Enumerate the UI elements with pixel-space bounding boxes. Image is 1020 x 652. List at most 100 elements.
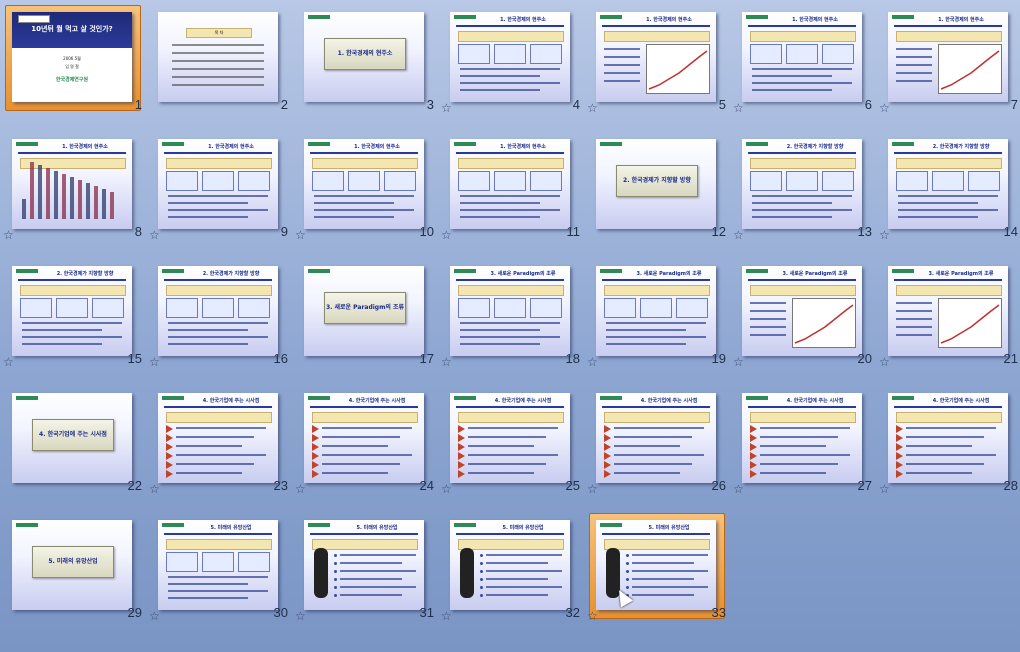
slide-preview[interactable]: 4. 한국기업에 주는 시사점 <box>158 393 278 483</box>
slide-preview[interactable]: 3. 새로운 Paradigm의 조류 <box>742 266 862 356</box>
slide-thumbnail-21[interactable]: 3. 새로운 Paradigm의 조류 ☆ 21 <box>876 254 1020 381</box>
slide-thumbnail-4[interactable]: 1. 한국경제의 현주소 ☆ 4 <box>438 0 584 127</box>
slide-preview[interactable]: 1. 한국경제의 현주소 <box>450 139 570 229</box>
slide-subheading <box>896 31 1002 42</box>
transition-star-icon[interactable]: ☆ <box>441 101 452 115</box>
slide-preview[interactable]: 10년뒤 뭘 먹고 살 것인가? 2006.5월 임 명 철 한국경제연구원 <box>12 12 132 102</box>
transition-star-icon[interactable]: ☆ <box>733 355 744 369</box>
slide-thumbnail-31[interactable]: 5. 미래의 유망산업 ☆ 31 <box>292 508 438 635</box>
slide-preview[interactable]: 2. 한국경제가 지향할 방향 <box>158 266 278 356</box>
slide-thumbnail-33[interactable]: 5. 미래의 유망산업 ☆ 33 <box>584 508 730 635</box>
slide-number: 23 <box>273 478 288 493</box>
transition-star-icon[interactable]: ☆ <box>441 228 452 242</box>
slide-thumbnail-23[interactable]: 4. 한국기업에 주는 시사점 ☆ 23 <box>146 381 292 508</box>
slide-preview[interactable]: 3. 새로운 Paradigm의 조류 <box>596 266 716 356</box>
slide-thumbnail-24[interactable]: 4. 한국기업에 주는 시사점 ☆ 24 <box>292 381 438 508</box>
slide-thumbnail-20[interactable]: 3. 새로운 Paradigm의 조류 ☆ 20 <box>730 254 876 381</box>
transition-star-icon[interactable]: ☆ <box>733 482 744 496</box>
slide-thumbnail-10[interactable]: 1. 한국경제의 현주소 ☆ 10 <box>292 127 438 254</box>
slide-thumbnail-27[interactable]: 4. 한국기업에 주는 시사점 ☆ 27 <box>730 381 876 508</box>
slide-preview[interactable]: 1. 한국경제의 현주소 <box>888 12 1008 102</box>
slide-preview[interactable]: 1. 한국경제의 현주소 <box>304 139 424 229</box>
slide-preview[interactable]: 3. 새로운 Paradigm의 조류 <box>304 266 424 356</box>
transition-star-icon[interactable]: ☆ <box>441 482 452 496</box>
slide-preview[interactable]: 1. 한국경제의 현주소 <box>742 12 862 102</box>
slide-thumbnail-18[interactable]: 3. 새로운 Paradigm의 조류 ☆ 18 <box>438 254 584 381</box>
slide-preview[interactable]: 2. 한국경제가 지향할 방향 <box>12 266 132 356</box>
slide-thumbnail-28[interactable]: 4. 한국기업에 주는 시사점 ☆ 28 <box>876 381 1020 508</box>
slide-thumbnail-32[interactable]: 5. 미래의 유망산업 ☆ 32 <box>438 508 584 635</box>
slide-thumbnail-14[interactable]: 2. 한국경제가 지향할 방향 ☆ 14 <box>876 127 1020 254</box>
transition-star-icon[interactable]: ☆ <box>149 609 160 623</box>
slide-thumbnail-3[interactable]: 1. 한국경제의 현주소 3 <box>292 0 438 127</box>
slide-thumbnail-22[interactable]: 4. 한국기업에 주는 시사점 22 <box>0 381 146 508</box>
slide-thumbnail-6[interactable]: 1. 한국경제의 현주소 ☆ 6 <box>730 0 876 127</box>
transition-star-icon[interactable]: ☆ <box>149 482 160 496</box>
slide-preview[interactable]: 1. 한국경제의 현주소 <box>304 12 424 102</box>
slide-thumbnail-13[interactable]: 2. 한국경제가 지향할 방향 ☆ 13 <box>730 127 876 254</box>
transition-star-icon[interactable]: ☆ <box>3 228 14 242</box>
slide-thumbnail-15[interactable]: 2. 한국경제가 지향할 방향 ☆ 15 <box>0 254 146 381</box>
slide-thumbnail-7[interactable]: 1. 한국경제의 현주소 ☆ 7 <box>876 0 1020 127</box>
slide-preview[interactable]: 2. 한국경제가 지향할 방향 <box>888 139 1008 229</box>
slide-preview[interactable]: 3. 새로운 Paradigm의 조류 <box>450 266 570 356</box>
slide-thumbnail-26[interactable]: 4. 한국기업에 주는 시사점 ☆ 26 <box>584 381 730 508</box>
transition-star-icon[interactable]: ☆ <box>879 101 890 115</box>
slide-thumbnail-16[interactable]: 2. 한국경제가 지향할 방향 ☆ 16 <box>146 254 292 381</box>
slide-title: 4. 한국기업에 주는 시사점 <box>348 398 406 404</box>
slide-thumbnail-12[interactable]: 2. 한국경제가 지향할 방향 12 <box>584 127 730 254</box>
slide-preview[interactable]: 4. 한국기업에 주는 시사점 <box>888 393 1008 483</box>
slide-thumbnail-11[interactable]: 1. 한국경제의 현주소 ☆ 11 <box>438 127 584 254</box>
slide-preview[interactable]: 1. 한국경제의 현주소 <box>450 12 570 102</box>
transition-star-icon[interactable]: ☆ <box>149 228 160 242</box>
transition-star-icon[interactable]: ☆ <box>879 482 890 496</box>
transition-star-icon[interactable]: ☆ <box>733 228 744 242</box>
slide-preview[interactable]: 2. 한국경제가 지향할 방향 <box>742 139 862 229</box>
transition-star-icon[interactable]: ☆ <box>879 228 890 242</box>
slide-preview[interactable]: 1. 한국경제의 현주소 <box>596 12 716 102</box>
slide-number: 3 <box>426 97 434 112</box>
slide-thumbnail-8[interactable]: 1. 한국경제의 현주소 ☆ 8 <box>0 127 146 254</box>
slide-thumbnail-9[interactable]: 1. 한국경제의 현주소 ☆ 9 <box>146 127 292 254</box>
slide-preview[interactable]: 4. 한국기업에 주는 시사점 <box>742 393 862 483</box>
slide-preview[interactable]: 2. 한국경제가 지향할 방향 <box>596 139 716 229</box>
transition-star-icon[interactable]: ☆ <box>733 101 744 115</box>
slide-thumbnail-1[interactable]: 10년뒤 뭘 먹고 살 것인가? 2006.5월 임 명 철 한국경제연구원 1 <box>0 0 146 127</box>
transition-star-icon[interactable]: ☆ <box>587 482 598 496</box>
slide-preview[interactable]: 1. 한국경제의 현주소 <box>12 139 132 229</box>
slide-preview[interactable]: 4. 한국기업에 주는 시사점 <box>450 393 570 483</box>
slide-preview[interactable]: 목 차 <box>158 12 278 102</box>
slide-subheading <box>20 285 126 296</box>
slide-preview[interactable]: 3. 새로운 Paradigm의 조류 <box>888 266 1008 356</box>
transition-star-icon[interactable]: ☆ <box>441 355 452 369</box>
transition-star-icon[interactable]: ☆ <box>295 609 306 623</box>
title-rule <box>310 152 418 154</box>
transition-star-icon[interactable]: ☆ <box>3 355 14 369</box>
slide-thumbnail-29[interactable]: 5. 미래의 유망산업 29 <box>0 508 146 635</box>
slide-thumbnail-19[interactable]: 3. 새로운 Paradigm의 조류 ☆ 19 <box>584 254 730 381</box>
slide-thumbnail-25[interactable]: 4. 한국기업에 주는 시사점 ☆ 25 <box>438 381 584 508</box>
transition-star-icon[interactable]: ☆ <box>295 482 306 496</box>
slide-preview[interactable]: 5. 미래의 유망산업 <box>304 520 424 610</box>
slide-preview[interactable]: 4. 한국기업에 주는 시사점 <box>304 393 424 483</box>
transition-star-icon[interactable]: ☆ <box>149 355 160 369</box>
slide-preview[interactable]: 5. 미래의 유망산업 <box>12 520 132 610</box>
slide-preview[interactable]: 5. 미래의 유망산업 <box>158 520 278 610</box>
slide-thumbnail-30[interactable]: 5. 미래의 유망산업 ☆ 30 <box>146 508 292 635</box>
transition-star-icon[interactable]: ☆ <box>587 609 598 623</box>
transition-star-icon[interactable]: ☆ <box>879 355 890 369</box>
slide-preview[interactable]: 5. 미래의 유망산업 <box>450 520 570 610</box>
slide-thumbnail-2[interactable]: 목 차 2 <box>146 0 292 127</box>
transition-star-icon[interactable]: ☆ <box>587 101 598 115</box>
slide-thumbnail-17[interactable]: 3. 새로운 Paradigm의 조류 17 <box>292 254 438 381</box>
slide-preview[interactable]: 4. 한국기업에 주는 시사점 <box>12 393 132 483</box>
slide-preview[interactable]: 1. 한국경제의 현주소 <box>158 139 278 229</box>
title-rule <box>602 533 710 535</box>
slide-thumbnail-5[interactable]: 1. 한국경제의 현주소 ☆ 5 <box>584 0 730 127</box>
transition-star-icon[interactable]: ☆ <box>441 609 452 623</box>
transition-star-icon[interactable]: ☆ <box>295 228 306 242</box>
transition-star-icon[interactable]: ☆ <box>587 355 598 369</box>
slide-preview[interactable]: 4. 한국기업에 주는 시사점 <box>596 393 716 483</box>
text-line <box>632 594 694 596</box>
text-line <box>752 68 852 70</box>
